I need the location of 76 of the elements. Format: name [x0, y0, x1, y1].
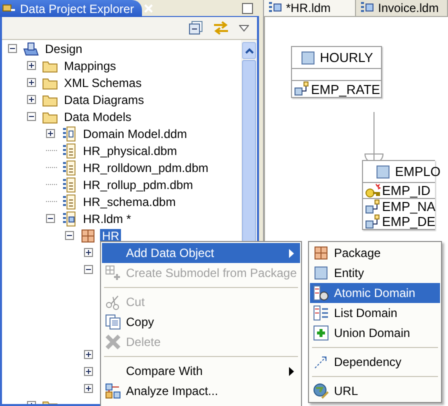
menu-item[interactable]: URL [310, 381, 440, 401]
entity-name: EMPLO [395, 164, 441, 179]
expand-toggle[interactable] [84, 367, 93, 376]
attribute-name: EMP_DE [382, 214, 436, 229]
entity-icon [300, 50, 316, 66]
expand-toggle[interactable] [84, 350, 93, 359]
attribute-icon [365, 214, 381, 230]
union-domain-icon [313, 325, 329, 341]
key-icon [365, 182, 381, 198]
editor-tab[interactable]: *HR.ldm [264, 0, 356, 16]
expand-toggle[interactable] [84, 248, 93, 257]
expand-toggle[interactable] [46, 129, 55, 138]
x-icon [105, 334, 121, 350]
scissors-icon [105, 294, 121, 310]
model-file-icon [61, 160, 77, 176]
expand-toggle[interactable] [27, 95, 36, 104]
domain-icon [313, 285, 329, 301]
expand-toggle[interactable] [27, 61, 36, 70]
caret-icon [244, 48, 254, 54]
collapse-toggle[interactable] [46, 214, 55, 223]
menu-item[interactable]: Copy [102, 312, 300, 332]
entity-name: HOURLY [320, 50, 374, 65]
tree-item[interactable]: XML Schemas [62, 76, 144, 90]
entity-box[interactable]: HOURLY EMP_RATE [291, 46, 382, 98]
tree-item[interactable]: Data Models [62, 110, 134, 124]
view-title: Data Project Explorer [20, 2, 134, 16]
attribute-name: EMP_NA [382, 199, 436, 214]
package-icon [313, 245, 329, 261]
expand-toggle[interactable] [27, 78, 36, 87]
collapse-toggle[interactable] [65, 231, 74, 240]
package-icon [80, 228, 96, 244]
menu-item[interactable]: Atomic Domain [310, 283, 440, 303]
collapse-toggle[interactable] [8, 44, 17, 53]
view-menu-icon[interactable] [239, 24, 250, 32]
tree-item[interactable]: HR_rollup_pdm.dbm [81, 178, 196, 192]
dashed-arrow-icon [313, 354, 329, 370]
list-domain-icon [313, 305, 329, 321]
menu-item[interactable]: Entity [310, 263, 440, 283]
menu-item[interactable]: List Domain [310, 303, 440, 323]
model-file-icon [61, 142, 77, 158]
tree-item[interactable]: HR.ldm * [81, 212, 134, 226]
attribute-icon [294, 81, 310, 97]
editor-tab[interactable]: Invoice.ldm [356, 0, 448, 16]
scroll-up-button[interactable] [242, 42, 256, 59]
copy-icon [105, 314, 121, 330]
collapse-toggle[interactable] [84, 265, 93, 274]
tree-item[interactable]: Mappings [62, 58, 118, 72]
model-file-icon [61, 210, 77, 226]
tree-item[interactable]: HR_schema.dbm [81, 194, 178, 208]
menu-item[interactable]: Dependency [310, 352, 440, 372]
model-file-icon [61, 176, 77, 192]
tree-item[interactable]: HR_physical.dbm [81, 144, 180, 158]
tree-item[interactable]: HR_rolldown_pdm.dbm [81, 160, 210, 174]
submodel-icon [105, 265, 121, 281]
attribute-name: EMP_RATE [311, 82, 380, 96]
tree-item[interactable]: Design [43, 42, 84, 56]
collapse-toggle[interactable] [27, 112, 36, 121]
attribute-icon [365, 198, 381, 214]
menu-item[interactable]: Add Data Object [102, 243, 300, 263]
tree-item[interactable]: Data Diagrams [62, 92, 146, 106]
attribute-name: EMP_ID [382, 183, 430, 198]
menu-item[interactable]: Analyze Impact... [102, 381, 300, 401]
model-file-icon [61, 126, 77, 142]
menu-item[interactable]: Package [310, 243, 440, 263]
tree-item[interactable]: HR [100, 228, 122, 242]
globe-icon [313, 383, 329, 399]
tree-item[interactable]: Domain Model.ddm [81, 126, 190, 140]
collapse-all-icon[interactable] [189, 21, 204, 35]
entity-icon [313, 265, 329, 281]
expand-toggle[interactable] [84, 384, 93, 393]
model-file-icon [61, 194, 77, 210]
maximize-icon[interactable] [242, 2, 254, 14]
entity-icon [375, 164, 391, 180]
menu-item[interactable]: Compare With [102, 361, 300, 381]
menu-item[interactable]: Union Domain [310, 323, 440, 343]
impact-icon [105, 383, 121, 399]
